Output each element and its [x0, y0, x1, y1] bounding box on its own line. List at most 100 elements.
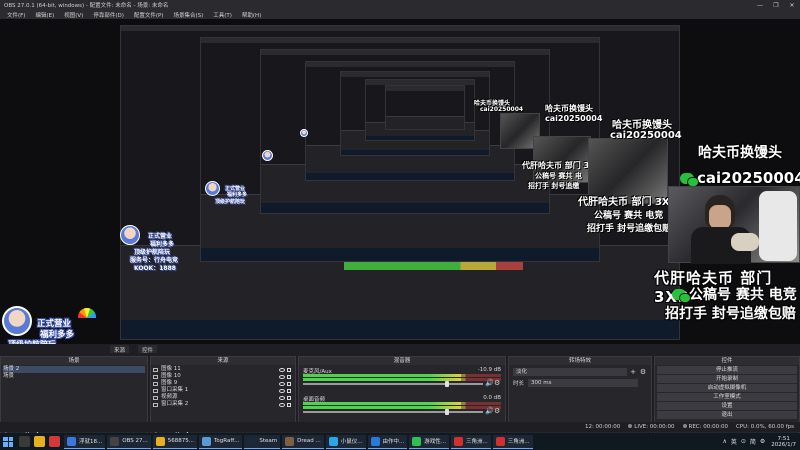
tab-sources[interactable]: 来源 [110, 345, 130, 354]
lock-icon[interactable] [287, 395, 291, 400]
overlay-mid2-header: 哈夫币换馒头 [545, 104, 593, 113]
maximize-button[interactable]: ❐ [768, 2, 784, 9]
volume-slider-knob[interactable] [445, 381, 449, 387]
source-item[interactable]: 视频源 [153, 394, 293, 401]
lock-icon[interactable] [287, 381, 291, 386]
menu-scene-collection[interactable]: 场景集合(S) [173, 11, 203, 19]
exit-button[interactable]: 退出 [657, 411, 797, 419]
transition-select[interactable]: 淡化 [513, 367, 627, 376]
lock-icon[interactable] [287, 388, 291, 393]
menu-file[interactable]: 文件(F) [7, 11, 25, 19]
close-button[interactable]: ✕ [784, 2, 800, 9]
taskbar-item-label: TogRaff... [214, 438, 240, 444]
eye-icon[interactable] [279, 388, 285, 393]
speaker-icon[interactable]: 🔊 [485, 408, 494, 415]
taskbar-item[interactable]: 三角洲... [492, 434, 533, 449]
taskbar-item[interactable]: 游戏性... [409, 434, 450, 449]
overlay-mid1-line1: 代肝哈夫币 部门 3X3 [578, 197, 677, 208]
volume-meter [303, 374, 501, 377]
menu-bar: 文件(F) 编辑(E) 视图(V) 停靠部件(D) 配置文件(P) 场景集合(S… [0, 10, 800, 19]
menu-tools[interactable]: 工具(T) [213, 11, 232, 19]
lock-icon[interactable] [287, 367, 291, 372]
eye-icon[interactable] [279, 402, 285, 407]
windows-start-icon[interactable] [3, 436, 13, 447]
clock[interactable]: 7:51 2026/1/7 [771, 436, 796, 448]
minimize-button[interactable]: — [752, 2, 768, 9]
gear-icon[interactable]: ⚙ [494, 408, 501, 415]
studio-mode-button[interactable]: 工作室模式 [657, 393, 797, 401]
start-virtual-camera-button[interactable]: 启动虚拟摄像机 [657, 384, 797, 392]
volume-slider-knob[interactable] [445, 409, 449, 415]
live-dot-icon [628, 424, 633, 428]
eye-icon[interactable] [279, 367, 285, 372]
overlay-id-text: cai20250004 [697, 169, 800, 187]
ime-simplified-icon[interactable]: 简 [750, 437, 756, 446]
overlay-mid1-id: cai20250004 [610, 130, 682, 141]
eye-icon[interactable] [279, 381, 285, 386]
settings-icon[interactable]: ⚙ [760, 438, 765, 445]
start-recording-button[interactable]: 开始录制 [657, 375, 797, 383]
tab-controls[interactable]: 控件 [138, 345, 158, 354]
settings-button[interactable]: 设置 [657, 402, 797, 410]
eye-icon[interactable] [279, 374, 285, 379]
windows-taskbar: 浮就18... OBS 27... 568875... TogRaff... Steam… [0, 433, 800, 450]
source-item[interactable]: 图像 11 [153, 366, 293, 373]
overlay-line2-text: 公稿号 赛共 电竞 [689, 287, 797, 303]
wechat-icon [680, 172, 699, 187]
menu-docks[interactable]: 停靠部件(D) [93, 11, 124, 19]
preview-canvas[interactable]: 哈夫币换馒头 cai20250004 哈夫币换馒头 cai20250004 代肝… [0, 19, 800, 344]
badge-mirror-4 [300, 129, 330, 151]
rec-status: REC: 00:00:00 [682, 424, 728, 430]
gear-icon[interactable]: ⚙ [639, 368, 647, 376]
ime-mode-icon[interactable]: ⊙ [741, 438, 746, 445]
sources-title: 来源 [151, 357, 295, 365]
app-icon [155, 436, 165, 446]
volume-slider[interactable] [303, 381, 483, 387]
image-icon [153, 374, 158, 379]
app-icon [328, 436, 338, 446]
speaker-icon[interactable]: 🔊 [485, 380, 494, 387]
scene-item[interactable]: 场景 [3, 373, 145, 380]
taskbar-item[interactable]: Dread ... [282, 434, 324, 449]
volume-slider[interactable] [303, 409, 483, 415]
taskbar-item[interactable]: 三角洲... [451, 434, 491, 449]
app-icon[interactable] [49, 436, 60, 447]
menu-edit[interactable]: 编辑(E) [35, 11, 54, 19]
clock-date: 2026/1/7 [771, 441, 796, 448]
camera-icon [153, 395, 158, 400]
taskbar-item[interactable]: Steam [244, 434, 281, 449]
source-item[interactable]: 窗口采集 2 [153, 401, 293, 408]
taskbar-item[interactable]: 568875... [152, 434, 197, 449]
taskbar-item-label: 小鼠仪... [340, 439, 363, 445]
source-item[interactable]: 图像 10 [153, 373, 293, 380]
webcam-feed [668, 186, 800, 264]
overlay-mid1-line2: 公稿号 赛共 电竞 [594, 211, 664, 221]
badge-mirror1-line5: KOOK：1888 [134, 265, 176, 272]
menu-profile[interactable]: 配置文件(P) [134, 11, 164, 19]
lock-icon[interactable] [287, 374, 291, 379]
taskbar-item[interactable]: 浮就18... [64, 434, 106, 449]
taskbar-item[interactable]: TogRaff... [199, 434, 243, 449]
scene-item[interactable]: 场景 2 [3, 366, 145, 373]
menu-view[interactable]: 视图(V) [64, 11, 83, 19]
tray-expand-icon[interactable]: ∧ [722, 438, 726, 445]
source-item[interactable]: 窗口采集 1 [153, 387, 293, 394]
scenes-title: 场景 [1, 357, 147, 365]
taskbar-item[interactable]: 小鼠仪... [325, 434, 366, 449]
taskbar-item[interactable]: 由作中... [367, 434, 408, 449]
gear-icon[interactable]: ⚙ [494, 380, 501, 387]
task-view-icon[interactable] [19, 436, 30, 447]
source-item[interactable]: 图像 9 [153, 380, 293, 387]
overlay-header: 哈夫币换馒头 [698, 145, 782, 161]
eye-icon[interactable] [279, 395, 285, 400]
taskbar-item[interactable]: OBS 27... [107, 434, 151, 449]
add-transition-button[interactable]: + [629, 368, 637, 376]
stop-streaming-button[interactable]: 停止推流 [657, 366, 797, 374]
taskbar-item-label: 浮就18... [79, 439, 103, 445]
menu-help[interactable]: 帮助(H) [242, 11, 261, 19]
ime-icon[interactable]: 英 [731, 437, 737, 446]
lock-icon[interactable] [287, 402, 291, 407]
file-explorer-icon[interactable] [34, 436, 45, 447]
duration-input[interactable]: 300 ms [528, 378, 639, 387]
overlay-mid1-line3: 招打手 封号追缴包赔 [587, 224, 672, 234]
